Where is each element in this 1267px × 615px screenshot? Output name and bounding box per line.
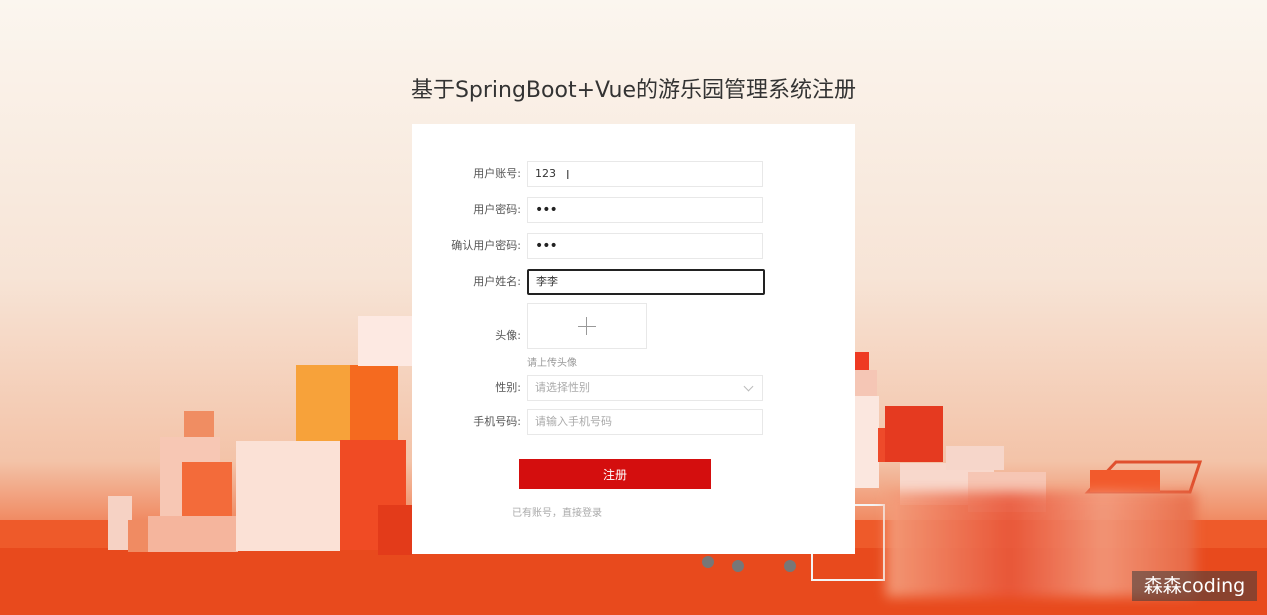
avatar-label: 头像: (495, 329, 521, 342)
account-label: 用户账号: (473, 167, 521, 180)
phone-row: 手机号码: 请输入手机号码 (412, 409, 855, 435)
gender-row: 性别: 请选择性别 (412, 375, 855, 401)
avatar-upload-button[interactable] (527, 303, 647, 349)
avatar-upload-hint: 请上传头像 (527, 358, 577, 369)
password-value: ••• (535, 202, 558, 218)
watermark: 森森coding (1132, 571, 1257, 601)
phone-input[interactable]: 请输入手机号码 (527, 409, 763, 435)
gender-label: 性别: (495, 381, 521, 394)
login-link[interactable]: 已有账号，直接登录 (512, 504, 602, 519)
text-cursor-icon: I (566, 168, 570, 182)
plus-icon (578, 326, 596, 327)
confirm-password-input[interactable]: ••• (527, 233, 763, 259)
password-row: 用户密码: ••• (412, 197, 855, 223)
name-input[interactable]: 李李 (527, 269, 765, 295)
chevron-down-icon (743, 381, 754, 392)
password-label: 用户密码: (473, 203, 521, 216)
account-input[interactable]: 123 (527, 161, 763, 187)
register-panel: 用户账号: 123 用户密码: ••• 确认用户密码: ••• 用户姓名: 李李… (412, 124, 855, 554)
confirm-password-row: 确认用户密码: ••• (412, 233, 855, 259)
page-title: 基于SpringBoot+Vue的游乐园管理系统注册 (410, 78, 857, 103)
confirm-password-label: 确认用户密码: (451, 239, 521, 252)
phone-placeholder: 请输入手机号码 (535, 415, 612, 428)
phone-label: 手机号码: (473, 415, 521, 428)
register-button[interactable]: 注册 (519, 459, 711, 489)
password-input[interactable]: ••• (527, 197, 763, 223)
name-row: 用户姓名: 李李 (412, 269, 855, 295)
confirm-password-value: ••• (535, 238, 558, 254)
name-value: 李李 (536, 275, 558, 288)
gender-placeholder: 请选择性别 (535, 381, 590, 394)
plus-icon-vertical (586, 317, 587, 335)
name-label: 用户姓名: (473, 275, 521, 288)
gender-select[interactable]: 请选择性别 (527, 375, 763, 401)
account-row: 用户账号: 123 (412, 161, 855, 187)
account-value: 123 (535, 167, 556, 180)
